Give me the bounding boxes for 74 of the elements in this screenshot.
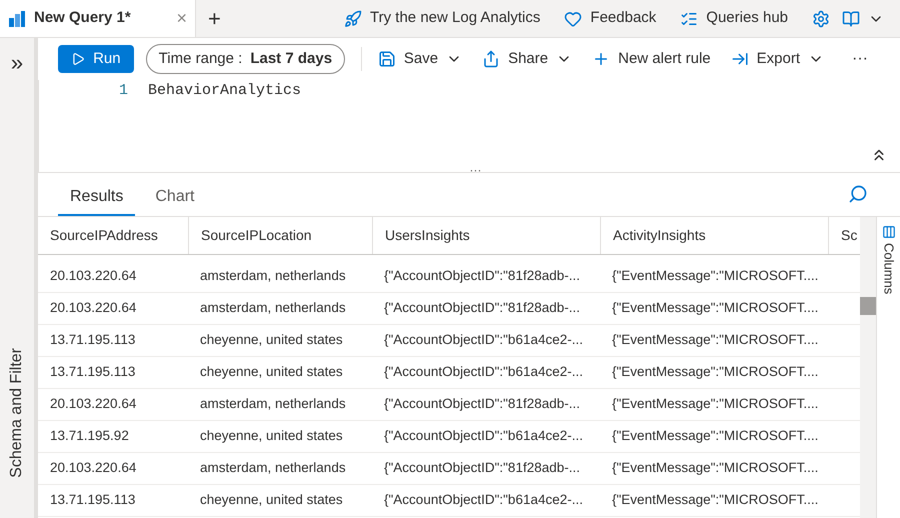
top-link[interactable]: Feedback xyxy=(564,7,656,30)
table-cell-text: amsterdam, netherlands xyxy=(199,459,347,478)
columns-icon xyxy=(882,225,896,239)
toolbar-button[interactable]: Save xyxy=(378,48,462,70)
table-cell-text: {"EventMessage":"MICROSOFT.... xyxy=(611,395,820,414)
column-header[interactable]: SourceIPLocation xyxy=(188,217,372,254)
code-line: BehaviorAnalytics xyxy=(148,81,302,101)
table-cell-text: {"EventMessage":"MICROSOFT.... xyxy=(611,459,820,478)
table-cell-text: {"AccountObjectID":"b61a4ce2-... xyxy=(383,331,584,350)
table-cell-text: {"EventMessage":"MICROSOFT.... xyxy=(611,331,820,350)
table-cell-text: {"AccountObjectID":"81f28adb-... xyxy=(383,395,581,414)
sidebar-label: Schema and Filter xyxy=(7,348,26,478)
time-range-value: Last 7 days xyxy=(250,48,332,69)
table-cell-text: cheyenne, united states xyxy=(199,491,344,510)
book-icon[interactable] xyxy=(842,10,860,28)
time-range-button[interactable]: Time range : Last 7 days xyxy=(146,44,346,74)
toolbar-button[interactable]: Share xyxy=(482,48,572,70)
columns-panel[interactable]: Columns xyxy=(876,217,900,518)
toolbar-button[interactable]: Export xyxy=(730,48,824,70)
table-cell-text: 13.71.195.113 xyxy=(49,491,136,510)
table-cell-text: cheyenne, united states xyxy=(199,427,344,446)
table-cell-text: {"EventMessage":"MICROSOFT.... xyxy=(611,267,820,286)
table-cell-text: amsterdam, netherlands xyxy=(199,395,347,414)
columns-label: Columns xyxy=(880,243,898,294)
table-cell-text: 20.103.220.64 xyxy=(49,267,138,286)
results-tab[interactable]: Results xyxy=(58,180,136,216)
expand-button[interactable]: » xyxy=(10,46,24,79)
table-cell-text: {"EventMessage":"MICROSOFT.... xyxy=(611,427,820,446)
table-cell-text: 13.71.195.113 xyxy=(49,331,136,350)
save-icon xyxy=(378,50,396,68)
column-header[interactable]: SourceIPAddress xyxy=(38,217,188,254)
table-cell-text: {"EventMessage":"MICROSOFT.... xyxy=(611,363,820,382)
table-cell-text: {"AccountObjectID":"81f28adb-... xyxy=(383,459,581,478)
table-cell-text: 20.103.220.64 xyxy=(49,459,138,478)
close-tab-button[interactable]: × xyxy=(176,5,187,32)
table-cell-text: {"AccountObjectID":"b61a4ce2-... xyxy=(383,363,584,382)
table-cell-text: {"AccountObjectID":"81f28adb-... xyxy=(383,299,581,318)
heart-icon xyxy=(564,10,582,28)
table-cell-text: cheyenne, united states xyxy=(199,363,344,382)
schema-sidebar[interactable]: » Schema and Filter xyxy=(0,38,38,518)
column-header[interactable]: ActivityInsights xyxy=(600,217,828,254)
results-tab[interactable]: Chart xyxy=(143,180,206,216)
rocket-icon xyxy=(344,10,362,28)
run-button[interactable]: Run xyxy=(58,45,134,73)
table-cell-text: amsterdam, netherlands xyxy=(199,267,347,286)
table-cell-text: amsterdam, netherlands xyxy=(199,299,347,318)
play-icon xyxy=(71,52,86,66)
table-cell-text: 13.71.195.92 xyxy=(49,427,130,446)
table-cell-text: 13.71.195.113 xyxy=(49,363,136,382)
toolbar-button[interactable]: New alert rule xyxy=(592,48,711,70)
add-tab-button[interactable]: + xyxy=(208,2,221,35)
table-cell-text: {"AccountObjectID":"b61a4ce2-... xyxy=(383,427,584,446)
logs-icon xyxy=(8,10,26,28)
share-icon xyxy=(482,50,500,68)
table-cell-text: 20.103.220.64 xyxy=(49,299,138,318)
search-icon[interactable] xyxy=(848,184,868,204)
tab-title: New Query 1* xyxy=(34,8,132,28)
line-number: 1 xyxy=(119,81,128,101)
table-cell-text: {"AccountObjectID":"b61a4ce2-... xyxy=(383,491,584,510)
table-cell-text: {"AccountObjectID":"81f28adb-... xyxy=(383,267,581,286)
column-header[interactable]: UsersInsights xyxy=(372,217,600,254)
top-link[interactable]: Try the new Log Analytics xyxy=(344,7,540,30)
top-link[interactable]: Queries hub xyxy=(680,7,788,30)
table-cell-text: {"EventMessage":"MICROSOFT.... xyxy=(611,299,820,318)
query-editor[interactable]: 1 BehaviorAnalytics ··· xyxy=(38,80,900,172)
table-cell-text: 20.103.220.64 xyxy=(49,395,138,414)
settings-icon[interactable] xyxy=(812,10,830,28)
table-cell-text: cheyenne, united states xyxy=(199,331,344,350)
time-range-label: Time range : xyxy=(158,48,242,69)
scrollbar[interactable] xyxy=(860,217,876,518)
export-icon xyxy=(730,50,749,68)
query-tab[interactable]: New Query 1* × xyxy=(0,0,196,37)
table-cell-text: {"EventMessage":"MICROSOFT.... xyxy=(611,491,820,510)
more-button[interactable]: ··· xyxy=(852,47,868,71)
